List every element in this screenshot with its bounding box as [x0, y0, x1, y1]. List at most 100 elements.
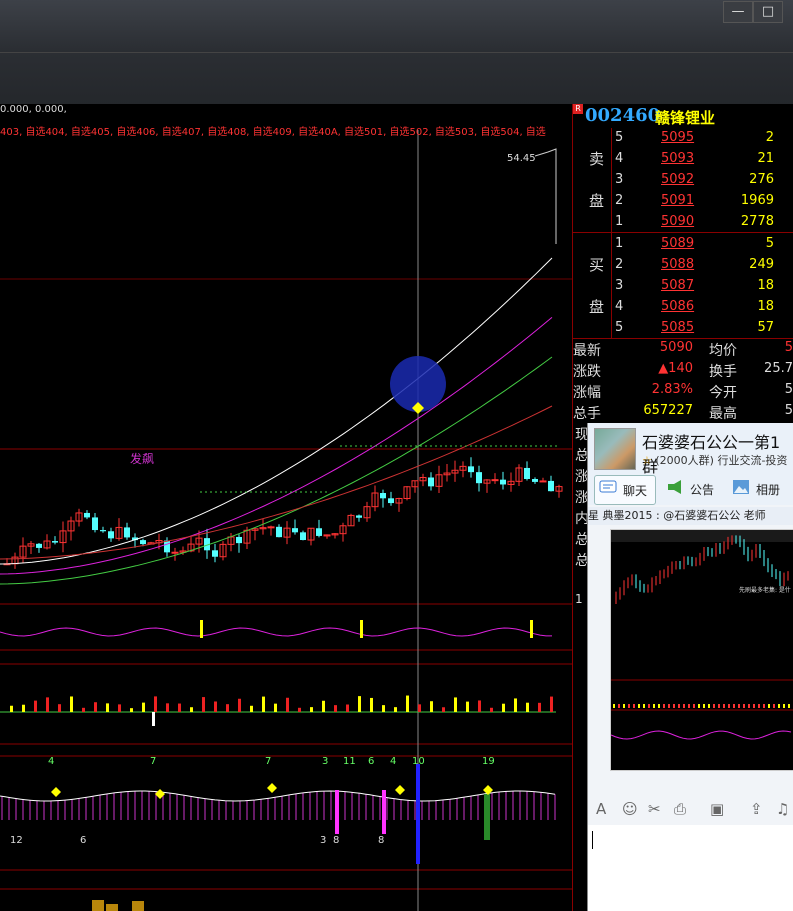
indicator-values: 0.000, 0.000,: [0, 104, 67, 115]
thumb-bar: [708, 704, 710, 708]
buy-volume: 249: [749, 257, 774, 272]
signal-number: 7: [150, 756, 157, 767]
thumb-bar: [748, 704, 750, 708]
moving-average-line: [0, 257, 553, 565]
latest-message[interactable]: 星 典墨2015 : @石婆婆石公公 老师: [588, 507, 793, 525]
tab-album[interactable]: 相册: [728, 475, 788, 503]
candle-body: [267, 526, 275, 529]
thumb-bar: [698, 704, 700, 708]
volume-bar: [92, 900, 104, 911]
thumb-bar: [663, 704, 665, 708]
image-icon[interactable]: ▣: [710, 800, 724, 818]
volume-bar: [430, 701, 433, 712]
oscillator-panel-1: [0, 620, 552, 638]
qq-group-window[interactable]: 石婆婆石公公一第1群 ☆ (2000人群) 行业交流-投资 聊天 公告 相册 星…: [587, 423, 793, 911]
volume-bar: [152, 712, 155, 726]
thumb-bar: [628, 704, 630, 708]
maximize-icon[interactable]: □: [753, 1, 783, 23]
sell-row[interactable]: 2 5091 1969: [611, 191, 793, 212]
candle-body: [164, 540, 170, 553]
buy-price: 5089: [661, 236, 695, 251]
thumb-bar: [733, 704, 735, 708]
oscillator-panel-4: [92, 900, 144, 911]
album-icon: [733, 480, 749, 494]
signal-number: 4: [390, 756, 397, 767]
input-toolbar: A ☺ ✂ ⎙ ▣ ⇪ ♫: [588, 798, 793, 824]
shared-chart-image[interactable]: 先刷最多老集: 是什: [610, 529, 793, 771]
thumb-bar: [773, 704, 775, 708]
volume-bar: [514, 698, 517, 712]
stat-label: 换手: [709, 364, 737, 380]
text-cursor: [592, 831, 593, 849]
signal-number: 10: [412, 756, 425, 767]
buy-volume: 18: [757, 278, 774, 293]
star-icon: ☆: [642, 454, 652, 467]
candle-body: [140, 540, 146, 545]
thumb-bar: [648, 704, 650, 708]
candle-body: [124, 527, 130, 538]
sell-row[interactable]: 1 5090 2778: [611, 212, 793, 233]
volume-bar: [262, 696, 265, 712]
tab-chat[interactable]: 聊天: [594, 475, 656, 505]
minimize-icon[interactable]: —: [723, 1, 753, 23]
sell-row[interactable]: 5 5095 2: [611, 128, 793, 149]
thumb-bar: [638, 704, 640, 708]
quote-header: R 002460 赣锋锂业: [573, 104, 793, 128]
oscillator-panel-3: [0, 764, 556, 864]
volume-bar: [190, 707, 193, 712]
candle-body: [276, 526, 282, 538]
candle-body: [380, 493, 386, 499]
oscillator-line: [0, 627, 552, 637]
bottom-number: 6: [80, 835, 87, 846]
stat-label: 均价: [709, 343, 737, 359]
candle-body: [476, 472, 482, 484]
buy-row[interactable]: 2 5088 249: [611, 255, 793, 276]
r-badge: R: [573, 104, 583, 114]
sell-row[interactable]: 4 5093 21: [611, 149, 793, 170]
screenshot-icon[interactable]: ✂: [648, 800, 661, 818]
toolbar: [0, 52, 793, 105]
sell-level: 1: [615, 214, 624, 229]
volume-bar: [538, 702, 541, 712]
bottom-number: 8: [333, 835, 340, 846]
emoji-icon[interactable]: ☺: [622, 800, 638, 818]
volume-bar: [202, 697, 205, 712]
group-avatar[interactable]: [594, 428, 636, 470]
buy-row[interactable]: 4 5086 18: [611, 297, 793, 318]
candle-body: [500, 479, 506, 485]
buy-row[interactable]: 1 5089 5: [611, 234, 793, 255]
candle-body: [108, 531, 114, 539]
upload-icon[interactable]: ⇪: [750, 800, 763, 818]
buy-volume: 5: [765, 236, 774, 251]
thumb-bar: [743, 704, 745, 708]
sell-label-2: 盘: [589, 192, 605, 210]
tab-announcement[interactable]: 公告: [662, 475, 722, 503]
tab-chat-label: 聊天: [623, 484, 648, 498]
thumb-bar: [738, 704, 740, 708]
gift-icon[interactable]: ⎙: [674, 800, 686, 818]
thumb-bar: [688, 704, 690, 708]
volume-bar: [166, 703, 169, 712]
sell-row[interactable]: 3 5092 276: [611, 170, 793, 191]
buy-row[interactable]: 5 5085 57: [611, 318, 793, 339]
sell-price: 5093: [661, 151, 695, 166]
font-icon[interactable]: A: [596, 800, 606, 818]
kline-chart-area[interactable]: 0.000, 0.000, 403, 自选404, 自选405, 自选406, …: [0, 104, 572, 911]
sell-price: 5095: [661, 130, 695, 145]
volume-bar: [106, 703, 109, 712]
message-input[interactable]: [588, 825, 793, 911]
buy-row[interactable]: 3 5087 18: [611, 276, 793, 297]
thumb-bar: [718, 704, 720, 708]
music-icon[interactable]: ♫: [776, 800, 789, 818]
candle-body: [468, 466, 474, 473]
thumb-bar: [633, 704, 635, 708]
volume-bar: [370, 697, 373, 712]
volume-bar: [58, 704, 61, 712]
candle-body: [100, 530, 106, 532]
sell-label-1: 卖: [589, 150, 605, 168]
buy-level: 4: [615, 299, 624, 314]
volume-bar: [382, 705, 385, 712]
volume-bar: [442, 707, 445, 712]
sell-volume: 2778: [740, 214, 774, 229]
stat-value: ▲140: [658, 361, 693, 376]
